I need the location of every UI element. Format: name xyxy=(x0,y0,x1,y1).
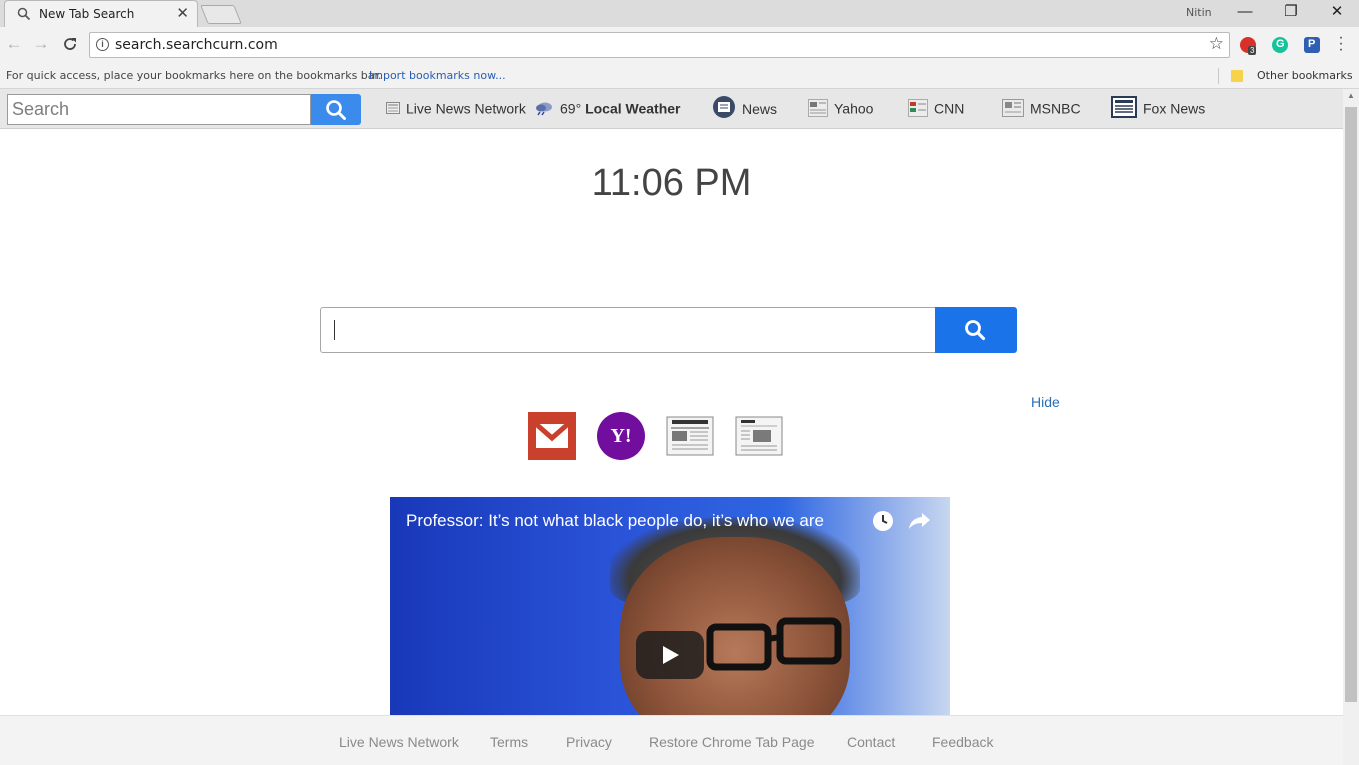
clock: 11:06 PM xyxy=(591,162,752,204)
tab-close-icon[interactable]: ✕ xyxy=(176,4,189,22)
msnbc-icon xyxy=(1002,99,1024,118)
link-label: Yahoo xyxy=(834,100,874,117)
yahoo-tile-text: Y! xyxy=(610,425,632,447)
browser-title-bar: New Tab Search ✕ Nitin — ❐ ✕ xyxy=(0,0,1359,27)
link-news[interactable]: News xyxy=(712,96,778,119)
import-bookmarks-link[interactable]: Import bookmarks now... xyxy=(369,69,506,82)
link-yahoo[interactable]: Yahoo xyxy=(808,99,873,119)
video-player[interactable]: Professor: It’s not what black people do… xyxy=(390,497,950,715)
adblock-extension-icon[interactable]: 3 xyxy=(1240,37,1257,55)
page-scrollbar[interactable]: ▲ xyxy=(1343,89,1359,765)
extension-toolbar: Live News Network 69° Local Weather News… xyxy=(0,89,1343,129)
link-label: Live News Network xyxy=(406,100,526,117)
footer-link-privacy[interactable]: Privacy xyxy=(566,734,612,750)
cnn-icon xyxy=(908,99,928,118)
browser-menu-icon[interactable]: · · · xyxy=(1336,30,1346,58)
scrollbar-thumb[interactable] xyxy=(1345,107,1357,702)
search-icon xyxy=(17,7,31,21)
page-footer: Live News Network Terms Privacy Restore … xyxy=(0,715,1343,765)
yahoo-mail-icon[interactable]: Y! xyxy=(597,412,645,460)
link-label: Fox News xyxy=(1143,100,1206,117)
link-msnbc[interactable]: MSNBC xyxy=(1002,99,1081,119)
url-text[interactable]: search.searchcurn.com xyxy=(115,37,278,53)
toolbar-search-input[interactable] xyxy=(7,94,311,125)
reload-icon[interactable] xyxy=(59,33,81,55)
new-tab-button[interactable] xyxy=(200,5,242,24)
daily-news-icon[interactable] xyxy=(666,412,714,460)
bookmarks-prompt: For quick access, place your bookmarks h… xyxy=(6,69,382,82)
bookmark-star-icon[interactable]: ☆ xyxy=(1209,34,1224,54)
bookmarks-bar: For quick access, place your bookmarks h… xyxy=(0,63,1359,89)
yahoo-icon xyxy=(808,99,828,118)
link-label: MSNBC xyxy=(1030,100,1081,117)
link-label: News xyxy=(742,101,778,117)
link-live-news-network[interactable]: Live News Network xyxy=(386,99,526,119)
folder-icon xyxy=(1231,70,1243,82)
bookmarks-separator xyxy=(1218,68,1219,84)
footer-link-terms[interactable]: Terms xyxy=(490,734,528,750)
search-icon xyxy=(965,320,986,341)
footer-link-contact[interactable]: Contact xyxy=(847,734,895,750)
fox-news-icon xyxy=(1111,96,1137,118)
link-cnn[interactable]: CNN xyxy=(908,99,964,119)
toolbar-search-button[interactable] xyxy=(311,94,361,125)
daily-news-2-icon[interactable] xyxy=(735,412,783,460)
browser-tab[interactable]: New Tab Search ✕ xyxy=(4,0,198,27)
grammarly-extension-icon[interactable]: G xyxy=(1272,37,1288,53)
footer-link-feedback[interactable]: Feedback xyxy=(932,734,993,750)
tab-title: New Tab Search xyxy=(39,7,135,21)
weather-label: Local Weather xyxy=(585,100,681,117)
search-extension-icon[interactable]: P xyxy=(1304,37,1320,53)
share-icon[interactable] xyxy=(908,511,932,531)
text-caret xyxy=(334,320,335,340)
play-button[interactable] xyxy=(636,631,704,679)
play-icon xyxy=(663,646,679,664)
main-search-input[interactable] xyxy=(320,307,936,353)
news-icon xyxy=(713,96,735,118)
footer-link-live-news-network[interactable]: Live News Network xyxy=(339,734,459,750)
search-icon xyxy=(326,100,346,120)
other-bookmarks-button[interactable]: Other bookmarks xyxy=(1257,69,1353,82)
forward-icon[interactable]: → xyxy=(30,33,52,55)
info-icon[interactable]: i xyxy=(96,38,109,51)
weather-temp: 69° xyxy=(560,100,582,117)
minimize-button[interactable]: — xyxy=(1225,2,1265,24)
link-fox-news[interactable]: Fox News xyxy=(1111,96,1206,119)
footer-link-restore-chrome-tab-page[interactable]: Restore Chrome Tab Page xyxy=(649,734,815,750)
link-local-weather[interactable]: 69° Local Weather xyxy=(534,99,681,119)
extension-badge: 3 xyxy=(1248,46,1257,55)
restore-button[interactable]: ❐ xyxy=(1271,2,1311,24)
weather-icon xyxy=(536,102,552,116)
browser-toolbar: ← → i search.searchcurn.com ☆ 3 G P · · · xyxy=(0,27,1359,63)
address-bar[interactable]: i search.searchcurn.com ☆ xyxy=(89,32,1230,58)
hide-tiles-link[interactable]: Hide xyxy=(1031,394,1060,410)
newspaper-icon xyxy=(386,102,400,115)
gmail-icon[interactable] xyxy=(528,412,576,460)
watch-later-icon[interactable] xyxy=(872,510,894,532)
link-label: CNN xyxy=(934,100,965,117)
main-search-button[interactable] xyxy=(935,307,1017,353)
scroll-up-arrow-icon[interactable]: ▲ xyxy=(1343,91,1359,103)
back-icon[interactable]: ← xyxy=(3,33,25,55)
profile-name[interactable]: Nitin xyxy=(1186,6,1212,19)
video-title[interactable]: Professor: It’s not what black people do… xyxy=(406,511,824,531)
close-window-button[interactable]: ✕ xyxy=(1317,2,1357,24)
